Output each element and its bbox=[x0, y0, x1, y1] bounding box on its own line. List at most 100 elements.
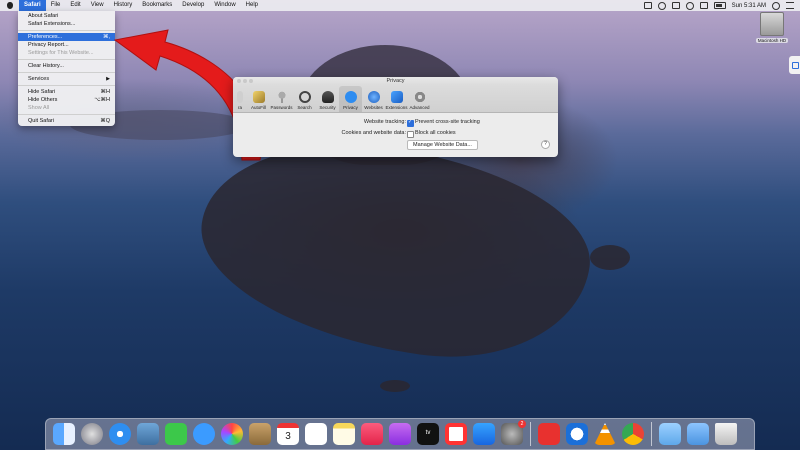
tab-privacy[interactable]: Privacy bbox=[339, 86, 362, 112]
manage-website-data-button[interactable]: Manage Website Data... bbox=[407, 140, 478, 150]
menu-hide-others[interactable]: Hide Others ⌥⌘H bbox=[18, 96, 115, 104]
menu-separator bbox=[18, 85, 115, 86]
manage-row: Manage Website Data... bbox=[233, 140, 558, 150]
contacts-icon[interactable] bbox=[249, 423, 271, 445]
vlc-icon[interactable] bbox=[594, 423, 616, 445]
menu-settings-for-website: Settings for This Website... bbox=[28, 50, 94, 56]
preferences-toolbar: ra AutoFill Passwords Search Security Pr… bbox=[233, 85, 558, 113]
website-tracking-label: Website tracking: bbox=[363, 119, 406, 125]
zoom-button[interactable] bbox=[249, 79, 253, 83]
menu-quit-safari[interactable]: Quit Safari ⌘Q bbox=[18, 117, 115, 125]
autofill-icon bbox=[252, 91, 265, 103]
block-cookies-label[interactable]: Block all cookies bbox=[415, 130, 456, 136]
dock: 3 tv 2 bbox=[45, 418, 755, 450]
privacy-hand-icon bbox=[344, 91, 357, 103]
menu-history[interactable]: History bbox=[109, 0, 138, 11]
menu-services[interactable]: Services ▶ bbox=[18, 75, 115, 83]
dock-separator bbox=[651, 422, 652, 446]
menu-about-safari[interactable]: About Safari bbox=[18, 12, 115, 20]
calendar-icon[interactable]: 3 bbox=[277, 423, 299, 445]
spotlight-icon[interactable] bbox=[772, 1, 780, 10]
general-icon bbox=[237, 91, 243, 103]
menu-window[interactable]: Window bbox=[209, 0, 240, 11]
music-icon[interactable] bbox=[361, 423, 383, 445]
facetime-icon[interactable] bbox=[165, 423, 187, 445]
macintosh-hd-drive[interactable]: Macintosh HD bbox=[752, 12, 792, 52]
notes-icon[interactable] bbox=[333, 423, 355, 445]
hard-drive-icon bbox=[760, 12, 784, 36]
tab-advanced[interactable]: Advanced bbox=[408, 86, 431, 112]
menu-clear-history[interactable]: Clear History... bbox=[18, 62, 115, 70]
menu-privacy-report[interactable]: Privacy Report... bbox=[18, 41, 115, 49]
preview-icon[interactable] bbox=[137, 423, 159, 445]
menu-file[interactable]: File bbox=[46, 0, 66, 11]
prevent-tracking-checkbox[interactable] bbox=[407, 119, 414, 127]
menu-show-all: Show All bbox=[28, 105, 50, 111]
tab-autofill[interactable]: AutoFill bbox=[247, 86, 270, 112]
clock[interactable]: Sun 5:31 AM bbox=[732, 3, 766, 9]
menu-preferences[interactable]: Preferences... ⌘, bbox=[18, 33, 115, 41]
block-cookies-checkbox[interactable] bbox=[407, 131, 414, 138]
tab-search[interactable]: Search bbox=[293, 86, 316, 112]
photos-icon[interactable] bbox=[221, 423, 243, 445]
background-island bbox=[590, 245, 630, 270]
tab-extensions[interactable]: Extensions bbox=[385, 86, 408, 112]
cookies-label: Cookies and website data: bbox=[341, 130, 406, 136]
apple-menu-icon[interactable] bbox=[6, 2, 14, 10]
menu-hide-safari[interactable]: Hide Safari ⌘H bbox=[18, 88, 115, 96]
launchpad-icon[interactable] bbox=[81, 423, 103, 445]
anydesk-icon[interactable] bbox=[538, 423, 560, 445]
minimize-button[interactable] bbox=[243, 79, 247, 83]
menu-safari[interactable]: Safari bbox=[19, 0, 46, 11]
status-app-icon[interactable] bbox=[643, 2, 652, 9]
downloads-folder-icon[interactable] bbox=[687, 423, 709, 445]
menu-separator bbox=[18, 114, 115, 115]
status-circle-icon[interactable] bbox=[657, 1, 666, 10]
safari-menu: About Safari Safari Extensions... Prefer… bbox=[18, 11, 115, 126]
teamviewer-icon[interactable] bbox=[566, 423, 588, 445]
notification-center-icon[interactable] bbox=[786, 2, 794, 9]
trash-icon[interactable] bbox=[715, 423, 737, 445]
messages-icon[interactable] bbox=[193, 423, 215, 445]
menu-help[interactable]: Help bbox=[241, 0, 263, 11]
drive-label: Macintosh HD bbox=[755, 38, 789, 43]
security-icon bbox=[321, 91, 334, 103]
menu-edit[interactable]: Edit bbox=[65, 0, 85, 11]
notification-badge: 2 bbox=[518, 420, 526, 428]
dock-separator bbox=[530, 422, 531, 446]
tab-websites[interactable]: Websites bbox=[362, 86, 385, 112]
finder-icon[interactable] bbox=[53, 423, 75, 445]
keyboard-icon[interactable] bbox=[671, 2, 680, 9]
wifi-icon[interactable] bbox=[685, 1, 694, 10]
chrome-icon[interactable] bbox=[622, 423, 644, 445]
tab-security[interactable]: Security bbox=[316, 86, 339, 112]
tab-passwords[interactable]: Passwords bbox=[270, 86, 293, 112]
tv-icon[interactable]: tv bbox=[417, 423, 439, 445]
reminders-icon[interactable] bbox=[305, 423, 327, 445]
search-icon bbox=[298, 91, 311, 103]
app-store-icon[interactable] bbox=[473, 423, 495, 445]
menu-safari-extensions[interactable]: Safari Extensions... bbox=[18, 20, 115, 28]
gear-icon bbox=[413, 91, 426, 103]
menu-separator bbox=[18, 59, 115, 60]
menu-develop[interactable]: Develop bbox=[177, 0, 209, 11]
battery-icon[interactable] bbox=[713, 2, 726, 9]
system-preferences-icon[interactable]: 2 bbox=[501, 420, 526, 445]
airplay-icon[interactable] bbox=[699, 2, 708, 9]
status-area: Sun 5:31 AM bbox=[643, 0, 794, 11]
menu-view[interactable]: View bbox=[86, 0, 109, 11]
menu-bookmarks[interactable]: Bookmarks bbox=[137, 0, 177, 11]
prevent-tracking-label[interactable]: Prevent cross-site tracking bbox=[415, 119, 480, 125]
extensions-icon bbox=[390, 91, 403, 103]
tab-general-partial[interactable]: ra bbox=[233, 86, 247, 112]
globe-icon bbox=[367, 91, 380, 103]
help-button[interactable]: ? bbox=[541, 140, 550, 149]
close-button[interactable] bbox=[237, 79, 241, 83]
privacy-pane: Website tracking: Prevent cross-site tra… bbox=[233, 113, 558, 157]
folder-icon[interactable] bbox=[659, 423, 681, 445]
news-icon[interactable] bbox=[445, 423, 467, 445]
preferences-window: Privacy ra AutoFill Passwords Search Sec… bbox=[233, 77, 558, 157]
podcasts-icon[interactable] bbox=[389, 423, 411, 445]
side-panel-tab[interactable] bbox=[789, 56, 800, 74]
safari-icon[interactable] bbox=[109, 423, 131, 445]
